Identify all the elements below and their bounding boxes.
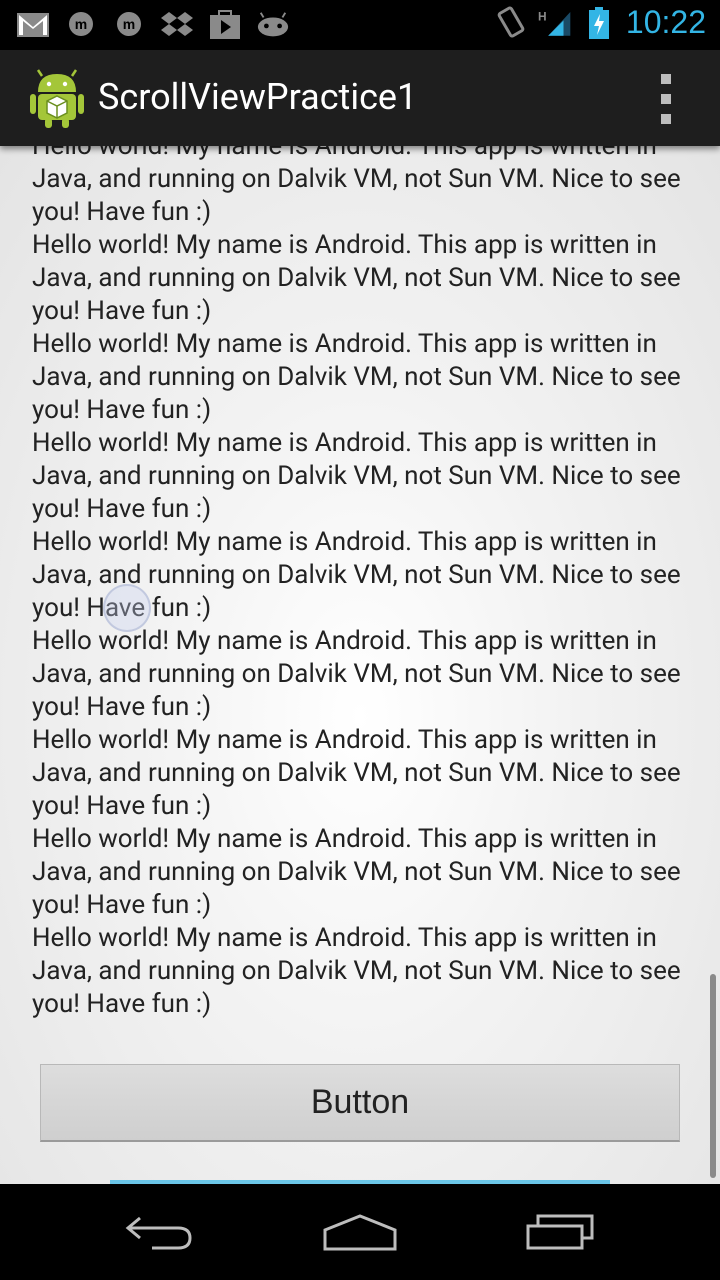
paragraph: Hello world! My name is Android. This ap… [32,725,681,821]
paragraph: Hello world! My name is Android. This ap… [32,428,681,524]
scrollbar[interactable] [710,974,716,1178]
battery-charging-icon [582,6,616,40]
back-icon[interactable] [115,1206,205,1258]
paragraph: Hello world! My name is Android. This ap… [32,923,681,1019]
home-icon[interactable] [315,1206,405,1258]
app-title: ScrollViewPractice1 [98,76,418,118]
vibrate-icon [494,5,528,40]
touch-indicator [103,584,151,632]
svg-text:m: m [123,16,135,32]
messenger-icon: m [112,8,146,42]
signal-icon: H [538,6,572,40]
scroll-view[interactable]: Hello world! My name is Android. This ap… [0,146,720,1184]
messenger-icon: m [64,8,98,42]
navigation-bar [0,1184,720,1280]
paragraph: Hello world! My name is Android. This ap… [32,230,681,326]
overflow-menu-icon[interactable] [652,74,680,124]
main-button[interactable]: Button [40,1064,680,1142]
paragraph: Hello world! My name is Android. This ap… [32,329,681,425]
recent-apps-icon[interactable] [515,1206,605,1258]
svg-text:m: m [75,16,87,32]
status-bar: m m H 10:22 [0,0,720,50]
svg-text:H: H [538,9,547,23]
android-app-icon [30,68,84,128]
paragraph: Hello world! My name is Android. This ap… [32,146,681,227]
paragraph: Hello world! My name is Android. This ap… [32,824,681,920]
paragraph: Hello world! My name is Android. This ap… [32,626,681,722]
play-store-icon [208,8,242,42]
action-bar: ScrollViewPractice1 [0,50,720,146]
gmail-icon [16,8,50,42]
clock: 10:22 [625,4,706,40]
dropbox-icon [160,8,194,42]
android-game-icon [256,8,290,42]
